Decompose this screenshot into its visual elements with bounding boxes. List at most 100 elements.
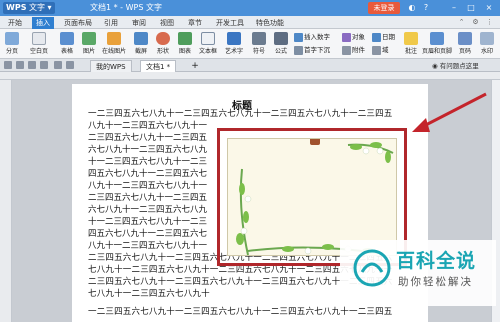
table-button[interactable]: 表格 <box>56 32 78 58</box>
preview-icon[interactable] <box>28 61 36 69</box>
tab-my-wps[interactable]: 我的WPS <box>90 60 132 72</box>
paragraph-line[interactable]: 一二三四五六七八九十一二三四五六七八九十一二三四五六七八九十一二三四五 <box>88 108 406 120</box>
tab-features[interactable]: 特色功能 <box>252 17 288 29</box>
formula-button[interactable]: 公式 <box>270 32 292 58</box>
paragraph-line[interactable]: 二三四五六七八九十一二三四五 <box>88 192 213 204</box>
insert-number-button[interactable]: 插入数字 <box>294 32 330 42</box>
new-tab-button[interactable]: + <box>190 60 200 72</box>
blank-page-icon <box>32 32 46 45</box>
screenshot-button[interactable]: 截屏 <box>130 32 152 58</box>
app-menu-button[interactable]: WPS 文字 ▾ <box>3 2 55 14</box>
paragraph-line[interactable]: 四五六七八九十一二三四五六七 <box>88 168 213 180</box>
tab-page-layout[interactable]: 页面布局 <box>60 17 96 29</box>
field-icon <box>372 45 381 55</box>
date-button[interactable]: 日期 <box>372 32 395 42</box>
paragraph-line[interactable]: 八九十一二三四五六七八九十一 <box>88 240 213 252</box>
tab-review[interactable]: 审阅 <box>128 17 150 29</box>
tab-home[interactable]: 开始 <box>4 17 26 29</box>
formula-label: 公式 <box>274 48 287 55</box>
settings-icon[interactable]: ⚙ <box>470 17 481 28</box>
paragraph-line[interactable]: 十一二三四五六七八九十一二三 <box>88 216 213 228</box>
watermark-icon <box>480 32 494 45</box>
watermark-overlay: 百科全说 助你轻松解决 <box>340 240 496 306</box>
shape-icon <box>156 32 170 45</box>
paragraph-line[interactable]: 六七八九十一二三四五六七八九 <box>88 204 213 216</box>
watermark-title: 百科全说 <box>396 250 477 272</box>
minimize-icon[interactable]: – <box>448 2 460 14</box>
tab-document1[interactable]: 文档1 * <box>140 60 177 72</box>
redo-icon[interactable] <box>66 61 74 69</box>
drop-cap-button[interactable]: 首字下沉 <box>294 45 330 55</box>
paragraph-line[interactable]: 八九十一二三四五六七八九十一 <box>88 180 213 192</box>
shape-button[interactable]: 形状 <box>152 32 174 58</box>
insert-number-icon <box>294 32 303 42</box>
symbol-button[interactable]: 符号 <box>248 32 270 58</box>
login-button[interactable]: 未登录 <box>368 2 400 14</box>
horizontal-ruler[interactable] <box>0 72 500 80</box>
object-button[interactable]: 对象 <box>342 32 365 42</box>
collapse-ribbon-icon[interactable]: ⌃ <box>456 17 467 28</box>
undo-icon[interactable] <box>54 61 62 69</box>
object-label: 对象 <box>352 33 365 41</box>
drop-cap-label: 首字下沉 <box>304 46 330 54</box>
paragraph-line[interactable]: 十一二三四五六七八九十一二三 <box>88 156 213 168</box>
vertical-ruler[interactable] <box>0 80 12 322</box>
page-number-button[interactable]: 页码 <box>454 32 476 58</box>
paragraph-line[interactable]: 一二三四五六七八九十一二三四五六七八九十一二三四五六七八九十一二三四五 <box>88 306 406 318</box>
tab-references[interactable]: 引用 <box>100 17 122 29</box>
table-icon <box>60 32 74 45</box>
online-picture-label: 在线图片 <box>101 48 126 55</box>
picture-icon <box>82 32 96 45</box>
textbox-button[interactable]: 文本框 <box>196 32 220 58</box>
date-label: 日期 <box>382 33 395 41</box>
maximize-icon[interactable]: □ <box>465 2 477 14</box>
format-painter-icon[interactable] <box>40 61 48 69</box>
app-name: 文字 <box>29 3 45 12</box>
page-number-label: 页码 <box>458 48 471 55</box>
paragraph-line[interactable]: 八九十一二三四五六七八九十一 <box>88 120 213 132</box>
header-footer-label: 页眉和页脚 <box>422 48 453 55</box>
online-picture-icon <box>107 32 121 45</box>
blank-page-button[interactable]: 空白页 <box>26 32 52 58</box>
comment-button[interactable]: 批注 <box>400 32 422 58</box>
tab-insert[interactable]: 插入 <box>32 17 54 29</box>
header-footer-button[interactable]: 页眉和页脚 <box>422 32 452 58</box>
more-icon[interactable]: ⋮ <box>484 17 495 28</box>
chart-button[interactable]: 图表 <box>174 32 196 58</box>
help-icon[interactable]: ? <box>420 2 432 14</box>
tab-chapter[interactable]: 章节 <box>184 17 206 29</box>
date-icon <box>372 32 381 42</box>
help-link[interactable]: ◉ 有问题点这里 <box>432 60 479 72</box>
header-footer-icon <box>430 32 444 45</box>
field-label: 域 <box>382 46 389 54</box>
chart-icon <box>178 32 192 45</box>
close-icon[interactable]: × <box>483 2 495 14</box>
attachment-button[interactable]: 附件 <box>342 45 365 55</box>
wordart-button[interactable]: 艺术字 <box>222 32 246 58</box>
save-icon[interactable] <box>4 61 12 69</box>
wordart-icon <box>227 32 241 45</box>
clip-icon <box>310 133 320 145</box>
watermark-subtitle: 助你轻松解决 <box>398 276 473 288</box>
inserted-picture[interactable] <box>227 133 397 256</box>
tab-view[interactable]: 视图 <box>156 17 178 29</box>
online-picture-button[interactable]: 在线图片 <box>100 32 128 58</box>
paragraph-line[interactable]: 六七八九十一二三四五六七八九 <box>88 144 213 156</box>
tab-developer[interactable]: 开发工具 <box>212 17 248 29</box>
help-link-label: 有问题点这里 <box>439 62 479 70</box>
ribbon-insert: 分页 空白页 表格 图片 在线图片 截屏 形状 图表 文本框 艺术字 符号 公式… <box>0 29 500 59</box>
comment-label: 批注 <box>404 48 417 55</box>
field-button[interactable]: 域 <box>372 45 389 55</box>
page-break-button[interactable]: 分页 <box>1 32 23 58</box>
paragraph-line[interactable]: 四五六七八九十一二三四五六七 <box>88 228 213 240</box>
print-icon[interactable] <box>16 61 24 69</box>
watermark-button[interactable]: 水印 <box>476 32 498 58</box>
textbox-icon <box>201 32 215 45</box>
comment-icon <box>404 32 418 45</box>
paragraph-line[interactable]: 二三四五六七八九十一二三四五 <box>88 132 213 144</box>
skin-icon[interactable]: ◐ <box>406 2 418 14</box>
menu-bar: 开始 插入 页面布局 引用 审阅 视图 章节 开发工具 特色功能 ⌃ ⚙ ⋮ <box>0 16 500 29</box>
picture-button[interactable]: 图片 <box>78 32 100 58</box>
symbol-label: 符号 <box>252 48 265 55</box>
page-break-label: 分页 <box>5 48 18 55</box>
